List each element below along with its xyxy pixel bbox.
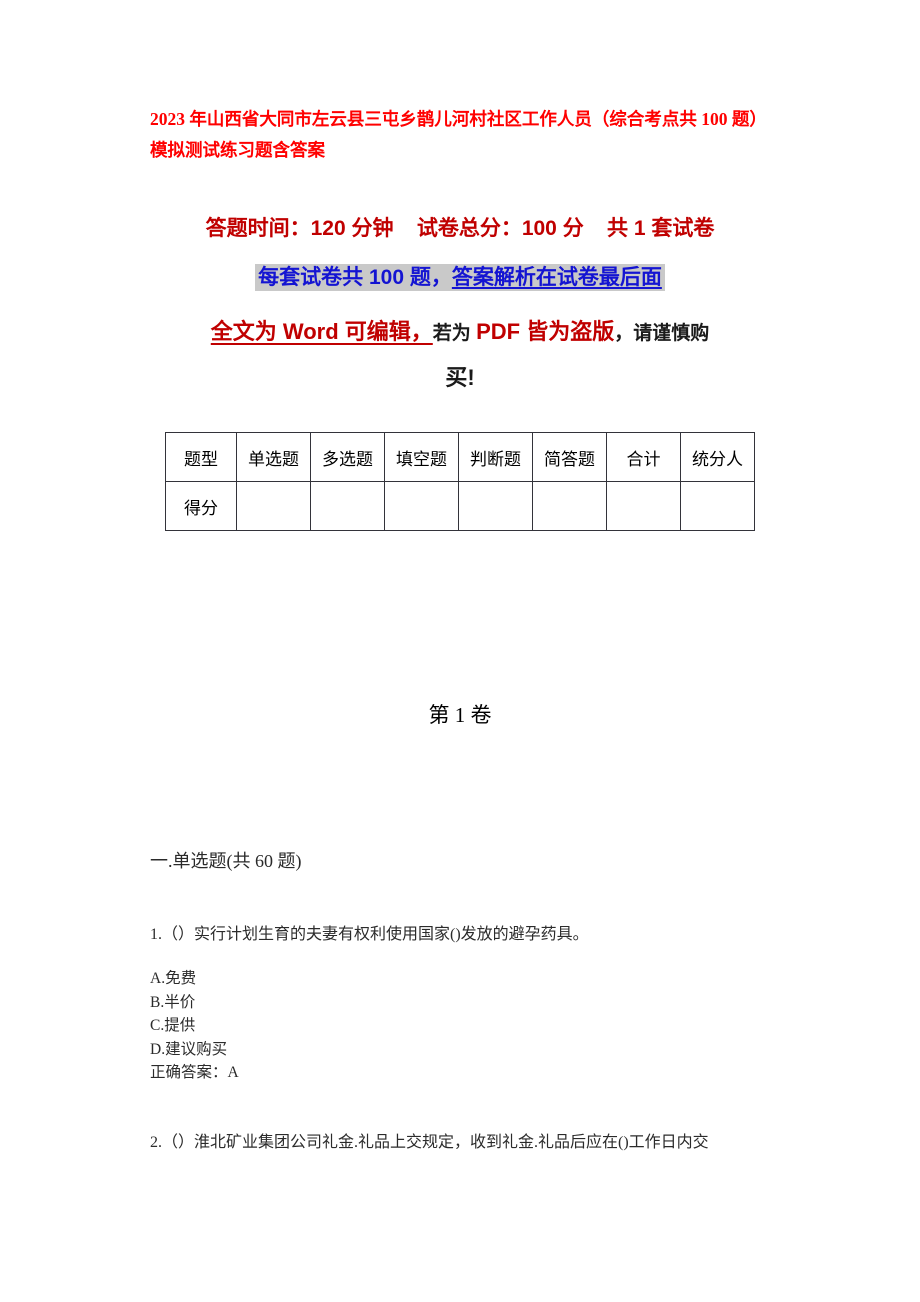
table-cell[interactable] xyxy=(532,481,607,531)
banner-word-editable-text: 全文为 Word 可编辑， xyxy=(210,319,433,344)
volume-heading: 第 1 卷 xyxy=(428,703,492,727)
question-stem: 1.（）实行计划生育的夫妻有权利使用国家()发放的避孕药具。 xyxy=(150,926,589,943)
banner-ifpdf-text: 若为 xyxy=(432,323,477,344)
table-cell[interactable] xyxy=(384,481,459,531)
table-header-cell: 单选题 xyxy=(236,432,311,482)
table-header-cell: 合计 xyxy=(606,432,681,482)
table-cell[interactable] xyxy=(606,481,681,531)
document-page: 2023 年山西省大同市左云县三屯乡鹊儿河村社区工作人员（综合考点共 100 题… xyxy=(0,0,920,1302)
banner-answer-note-part1: 每套试卷共 100 题， xyxy=(258,266,452,289)
score-table: 题型 单选题 多选题 填空题 判断题 简答题 合计 统分人 得分 xyxy=(165,432,755,531)
page-title: 2023 年山西省大同市左云县三屯乡鹊儿河村社区工作人员（综合考点共 100 题… xyxy=(150,109,767,160)
question-option[interactable]: C.提供 xyxy=(150,1014,770,1038)
table-header-cell: 简答题 xyxy=(532,432,607,482)
table-row-label: 得分 xyxy=(165,481,237,531)
table-cell[interactable] xyxy=(310,481,385,531)
table-cell[interactable] xyxy=(458,481,533,531)
banner-caution-text: ，请谨慎购 xyxy=(614,323,710,344)
section-heading-single-choice: 一.单选题(共 60 题) xyxy=(150,851,302,871)
table-header-row: 题型 单选题 多选题 填空题 判断题 简答题 合计 统分人 xyxy=(165,432,755,482)
banner-exam-info: 答题时间：120 分钟 试卷总分：100 分 共 1 套试卷 xyxy=(205,217,715,240)
table-cell[interactable] xyxy=(680,481,755,531)
table-row: 得分 xyxy=(165,481,755,531)
banner-pdf-pirated-text: PDF 皆为盗版 xyxy=(476,319,615,344)
table-header-cell: 填空题 xyxy=(384,432,459,482)
banner-answer-note: 每套试卷共 100 题，答案解析在试卷最后面 xyxy=(150,260,770,296)
banner-answer-note-part2: 答案解析在试卷最后面 xyxy=(451,266,662,289)
question-stem: 2.（）淮北矿业集团公司礼金.礼品上交规定，收到礼金.礼品后应在()工作日内交 xyxy=(150,1133,709,1151)
banner-purchase-text: 买! xyxy=(445,365,475,390)
score-table-container: 题型 单选题 多选题 填空题 判断题 简答题 合计 统分人 得分 xyxy=(150,432,770,531)
question-answer: 正确答案：A xyxy=(150,1064,239,1081)
table-cell[interactable] xyxy=(236,481,311,531)
banner-format-warning: 全文为 Word 可编辑，若为 PDF 皆为盗版，请谨慎购 xyxy=(150,312,770,354)
question-option[interactable]: D.建议购买 xyxy=(150,1038,770,1062)
table-header-cell: 统分人 xyxy=(680,432,755,482)
question-options: A.免费 B.半价 C.提供 D.建议购买 正确答案：A xyxy=(150,967,770,1085)
exam-banner: 答题时间：120 分钟 试卷总分：100 分 共 1 套试卷 每套试卷共 100… xyxy=(150,210,770,396)
table-header-cell: 多选题 xyxy=(310,432,385,482)
question-item: 2.（）淮北矿业集团公司礼金.礼品上交规定，收到礼金.礼品后应在()工作日内交 xyxy=(150,1131,770,1155)
question-item: 1.（）实行计划生育的夫妻有权利使用国家()发放的避孕药具。 A.免费 B.半价… xyxy=(150,923,770,1085)
question-option[interactable]: A.免费 xyxy=(150,967,770,991)
table-header-cell: 判断题 xyxy=(458,432,533,482)
question-option[interactable]: B.半价 xyxy=(150,991,770,1015)
table-header-cell: 题型 xyxy=(165,432,237,482)
